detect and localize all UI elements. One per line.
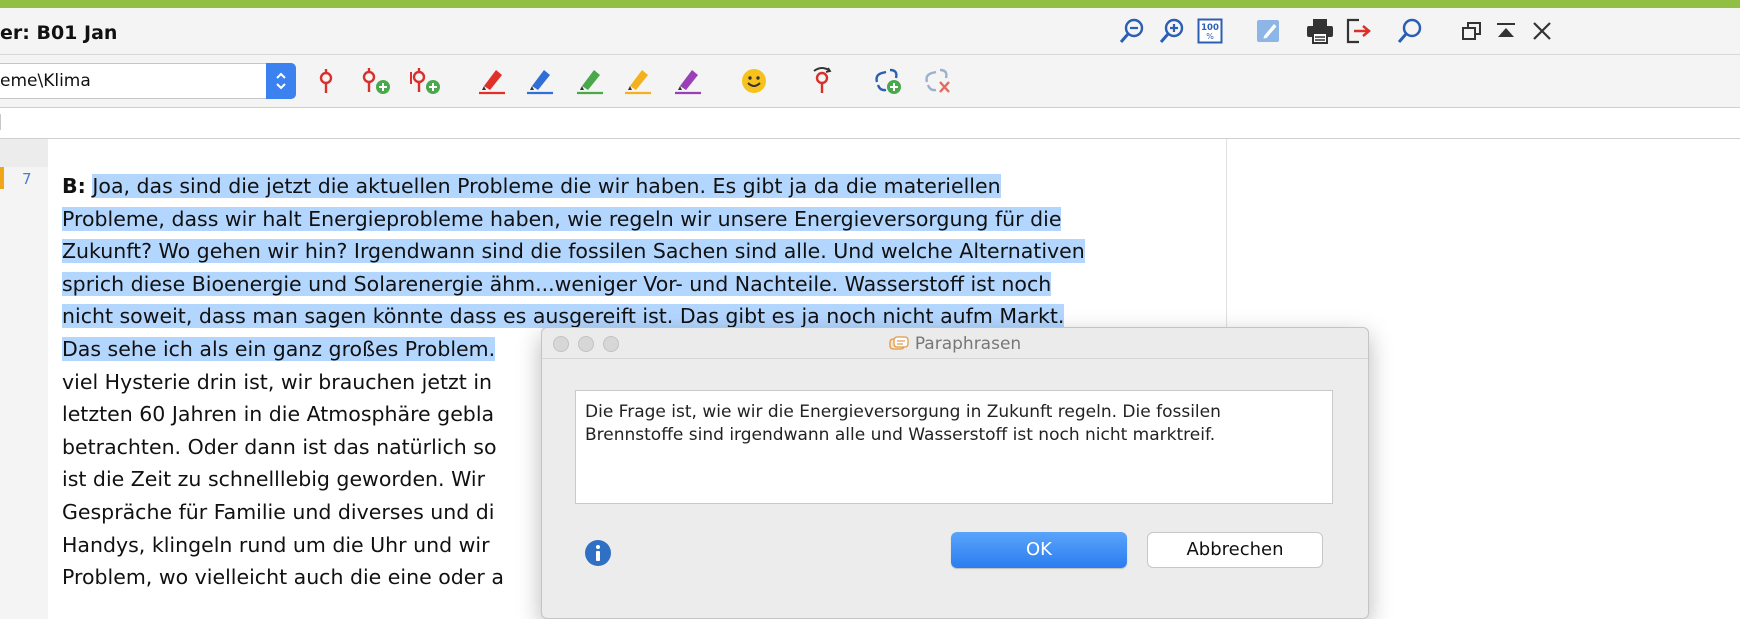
coded-segment-marker[interactable] [0,167,4,189]
gutter-header [0,139,48,167]
dialog-title-bar: Paraphrasen [542,328,1368,359]
search-icon[interactable] [1394,15,1426,47]
remove-link-icon[interactable] [920,63,956,99]
blue-highlighter-icon[interactable] [522,63,558,99]
code-selector[interactable]: eme\Klima [0,63,296,99]
green-highlighter-icon[interactable] [572,63,608,99]
edit-icon[interactable] [1252,15,1284,47]
code-selector-value: eme\Klima [0,71,91,91]
selected-text[interactable]: Zukunft? Wo gehen wir hin? Irgendwann si… [62,239,1085,264]
zoom-in-icon[interactable] [1156,15,1188,47]
red-highlighter-icon[interactable] [474,63,510,99]
paragraph-number: 7 [22,170,32,188]
restore-window-icon[interactable] [1456,15,1488,47]
selected-text[interactable]: nicht soweit, dass man sagen könnte dass… [62,304,1065,329]
selected-text[interactable]: Joa, das sind die jetzt die aktuellen Pr… [92,174,1001,198]
purple-highlighter-icon[interactable] [670,63,706,99]
selected-text[interactable]: Das sehe ich als ein ganz großes Problem… [62,336,496,361]
zoom-100-icon[interactable]: 100% [1194,15,1226,47]
selected-text[interactable]: Probleme, dass wir halt Energieprobleme … [62,206,1062,231]
dialog-title: Paraphrasen [542,334,1368,357]
text-line[interactable]: Zukunft? Wo gehen wir hin? Irgendwann si… [62,235,1212,268]
line-text[interactable]: ist die Zeit zu schnelllebig geworden. W… [62,467,485,491]
document-title-bar: er: B01 Jan 100% [0,8,1740,55]
line-text[interactable]: Handys, klingeln rund um die Uhr und wir [62,533,490,557]
window-accent-stripe [0,0,1740,8]
ok-button[interactable]: OK [951,532,1127,568]
yellow-highlighter-icon[interactable] [620,63,656,99]
line-text[interactable]: Gespräche für Familie und diverses und d… [62,500,495,524]
add-in-vivo-code-icon[interactable] [408,63,444,99]
code-icon[interactable] [308,63,344,99]
paraphrase-text-field[interactable]: Die Frage ist, wie wir die Energieversor… [575,390,1333,504]
line-text[interactable]: letzten 60 Jahren in die Atmosphäre gebl… [62,402,494,426]
code-favorite-icon[interactable] [804,63,840,99]
dialog-title-text: Paraphrasen [914,334,1022,354]
cancel-button[interactable]: Abbrechen [1147,532,1323,568]
emoticon-icon[interactable] [736,63,772,99]
line-text[interactable]: Problem, wo vielleicht auch die eine ode… [62,565,504,589]
paragraph-gutter [0,139,48,619]
coding-toolbar: eme\Klima [0,55,1740,108]
line-text[interactable]: viel Hysterie drin ist, wir brauchen jet… [62,370,492,394]
paraphrase-dialog: Paraphrasen Die Frage ist, wie wir die E… [541,327,1369,619]
add-link-icon[interactable] [870,63,906,99]
selected-text[interactable]: sprich diese Bioenergie und Solarenergie… [62,271,1052,296]
text-line[interactable]: Probleme, dass wir halt Energieprobleme … [62,203,1212,236]
speaker-label: B: [62,174,86,198]
divider [0,114,1,130]
document-title: er: B01 Jan [0,22,118,44]
add-code-icon[interactable] [358,63,394,99]
secondary-strip [0,108,1740,139]
close-icon[interactable] [1526,15,1558,47]
zoom-out-icon[interactable] [1116,15,1148,47]
info-icon[interactable] [584,539,612,567]
svg-text:%: % [1206,32,1214,41]
line-text[interactable]: betrachten. Oder dann ist das natürlich … [62,435,496,459]
print-icon[interactable] [1304,15,1336,47]
minimize-up-icon[interactable] [1490,15,1522,47]
chevron-updown-icon[interactable] [266,63,296,99]
text-line[interactable]: B: Joa, das sind die jetzt die aktuellen… [62,170,1212,203]
text-line[interactable]: sprich diese Bioenergie und Solarenergie… [62,268,1212,301]
export-icon[interactable] [1342,15,1374,47]
paraphrase-icon [889,336,909,357]
